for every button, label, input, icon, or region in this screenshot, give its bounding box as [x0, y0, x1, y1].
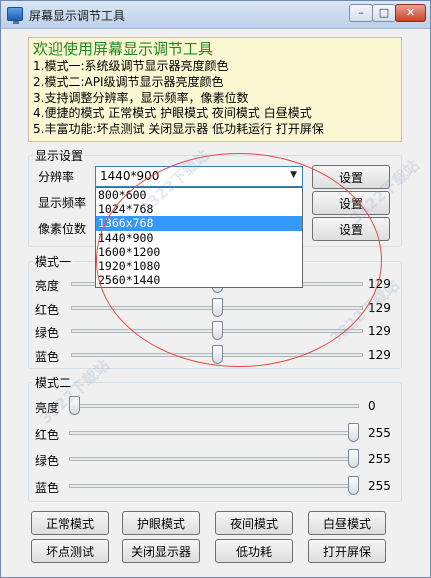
welcome-panel: 欢迎使用屏幕显示调节工具 1.模式一:系统级调节显示器亮度颜色 2.模式二:AP…	[28, 37, 402, 142]
mode1-slider-value: 129	[368, 277, 391, 291]
title-bar[interactable]: 屏幕显示调节工具 – □ ✕	[1, 1, 430, 29]
mode1-slider-thumb[interactable]	[211, 321, 223, 340]
resolution-option[interactable]: 1600*1200	[96, 245, 302, 259]
mode2-legend: 模式二	[35, 376, 72, 390]
window-title: 屏幕显示调节工具	[29, 9, 126, 23]
resolution-label: 分辨率	[38, 170, 75, 184]
set-depth-button[interactable]: 设置	[312, 217, 390, 241]
resolution-option-highlighted[interactable]: 1366x768	[96, 216, 302, 231]
resolution-dropdown-list: 800*600 1024*768 1366x768 1440*900 1600*…	[95, 187, 303, 288]
mode1-slider-value: 129	[368, 324, 391, 338]
feature-line: 4.便捷的模式 正常模式 护眼模式 夜间模式 白昼模式	[33, 106, 312, 121]
mode2-slider-value: 255	[368, 452, 391, 466]
mode2-slider-label: 绿色	[35, 454, 60, 468]
depth-label: 像素位数	[38, 222, 87, 236]
minimize-button[interactable]: –	[349, 4, 373, 22]
feature-line: 3.支持调整分辨率，显示频率，像素位数	[33, 90, 249, 105]
app-window: 屏幕显示调节工具 – □ ✕ 欢迎使用屏幕显示调节工具 1.模式一:系统级调节显…	[0, 0, 431, 578]
mode2-slider-value: 0	[368, 399, 376, 413]
resolution-selected-value: 1440*900	[100, 169, 160, 183]
mode2-slider-value: 255	[368, 478, 391, 493]
feature-line: 1.模式一:系统级调节显示器亮度颜色	[33, 59, 229, 73]
mode2-slider-track[interactable]	[69, 404, 359, 408]
turn-off-display-button[interactable]: 关闭显示器	[122, 539, 200, 563]
frequency-label: 显示频率	[38, 196, 87, 210]
mode2-slider-thumb[interactable]	[348, 475, 359, 495]
mode1-slider-label: 亮度	[35, 279, 60, 293]
mode1-slider-thumb[interactable]	[211, 297, 223, 317]
mode2-slider-label: 蓝色	[35, 480, 60, 495]
mode2-slider-thumb[interactable]	[69, 396, 80, 415]
feature-line: 5.丰富功能:坏点测试 关闭显示器 低功耗运行 打开屏保	[33, 122, 324, 137]
mode1-slider-thumb[interactable]	[211, 344, 223, 364]
resolution-option[interactable]: 1024*768	[96, 202, 302, 216]
resolution-option[interactable]: 800*600	[96, 188, 302, 202]
mode2-slider-track[interactable]	[69, 430, 359, 435]
resolution-select[interactable]: 1440*900 ▼	[95, 166, 303, 187]
welcome-title: 欢迎使用屏幕显示调节工具	[33, 40, 214, 58]
mode1-slider-value: 129	[368, 300, 391, 315]
day-mode-button[interactable]: 白昼模式	[308, 511, 386, 535]
display-settings-legend: 显示设置	[35, 149, 84, 163]
feature-line: 2.模式二:API级调节显示器亮度颜色	[33, 74, 224, 89]
chevron-down-icon[interactable]: ▼	[290, 170, 297, 180]
mode2-slider-label: 红色	[35, 427, 60, 442]
eye-care-mode-button[interactable]: 护眼模式	[122, 511, 200, 535]
mode2-slider-thumb[interactable]	[348, 422, 359, 442]
mode2-slider-track[interactable]	[69, 457, 359, 461]
normal-mode-button[interactable]: 正常模式	[31, 511, 109, 535]
resolution-option[interactable]: 1920*1080	[96, 259, 302, 273]
resolution-option[interactable]: 1440*900	[96, 231, 302, 245]
mode2-slider-label: 亮度	[35, 401, 60, 415]
monitor-icon	[7, 7, 23, 24]
mode1-legend: 模式一	[35, 255, 72, 269]
screensaver-button[interactable]: 打开屏保	[308, 539, 386, 563]
maximize-button[interactable]: □	[372, 4, 396, 22]
close-button[interactable]: ✕	[395, 4, 426, 22]
dead-pixel-test-button[interactable]: 坏点测试	[31, 539, 109, 563]
set-resolution-button[interactable]: 设置	[312, 165, 390, 189]
mode2-slider-thumb[interactable]	[348, 449, 359, 468]
set-frequency-button[interactable]: 设置	[312, 191, 390, 215]
resolution-option[interactable]: 2560*1440	[96, 273, 302, 287]
mode1-slider-label: 红色	[35, 302, 60, 317]
mode2-slider-track[interactable]	[69, 483, 359, 488]
low-power-button[interactable]: 低功耗	[215, 539, 293, 563]
mode1-slider-value: 129	[368, 347, 391, 362]
night-mode-button[interactable]: 夜间模式	[215, 511, 293, 535]
mode1-slider-label: 蓝色	[35, 349, 60, 364]
mode1-slider-label: 绿色	[35, 326, 60, 340]
mode2-slider-value: 255	[368, 425, 391, 440]
